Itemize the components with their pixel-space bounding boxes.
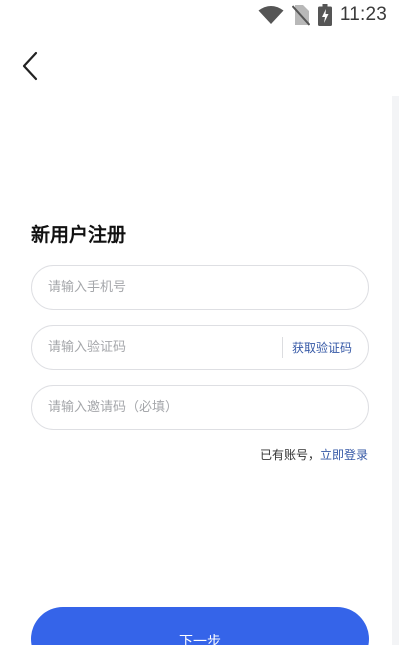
invite-code-input[interactable] [48, 386, 368, 429]
page-title: 新用户注册 [31, 224, 127, 246]
invite-field[interactable] [31, 385, 369, 430]
phone-input[interactable] [48, 266, 368, 309]
code-input[interactable] [48, 326, 282, 369]
status-time: 11:23 [339, 4, 387, 25]
status-icons: 11:23 [258, 4, 387, 26]
chevron-left-icon [14, 51, 48, 88]
login-link[interactable]: 立即登录 [320, 448, 368, 462]
scrollbar-track [392, 96, 399, 645]
next-button[interactable]: 下一步 [31, 607, 369, 645]
have-account-text: 已有账号， [259, 448, 320, 462]
get-code-button[interactable]: 获取验证码 [283, 339, 368, 356]
register-screen: 11:23 新用户注册 获取验证码 已有账号，立即登录 下一步 [0, 0, 399, 645]
no-sim-icon [291, 4, 310, 26]
code-field[interactable]: 获取验证码 [31, 325, 369, 370]
login-hint: 已有账号，立即登录 [260, 446, 368, 463]
next-button-label: 下一步 [179, 634, 221, 645]
back-button[interactable] [14, 48, 48, 84]
wifi-icon [258, 5, 284, 25]
phone-field[interactable] [31, 265, 369, 310]
battery-charging-icon [317, 4, 332, 26]
status-bar: 11:23 [0, 0, 399, 30]
